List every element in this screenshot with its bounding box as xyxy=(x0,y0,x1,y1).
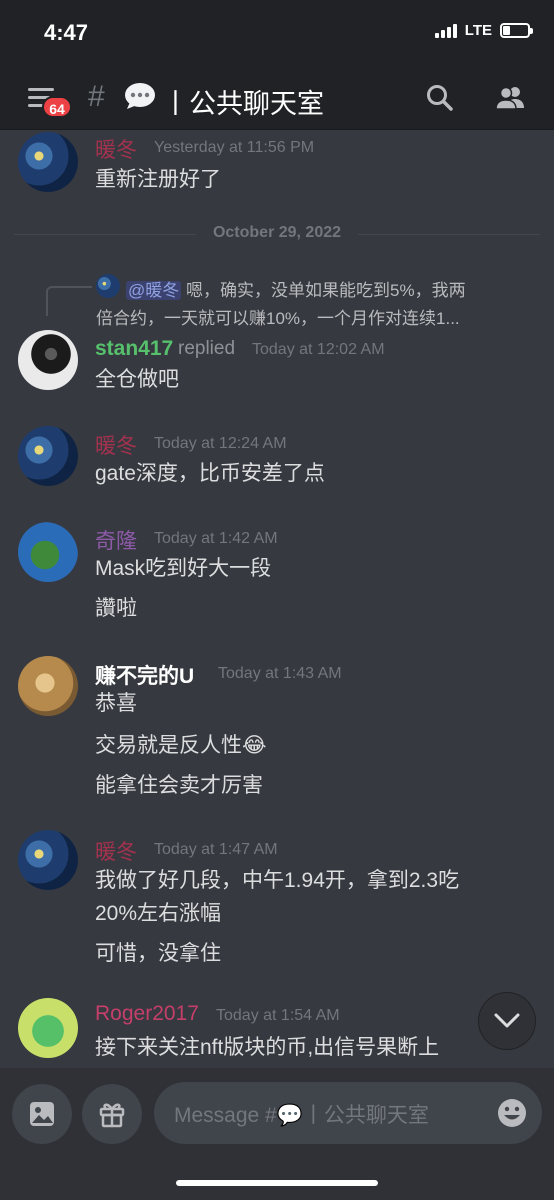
speech-bubble-icon xyxy=(125,83,155,109)
username[interactable]: 暖冬 xyxy=(95,430,137,460)
message-text: gate深度，比币安差了点 xyxy=(95,462,325,485)
signal-icon xyxy=(434,23,457,38)
jump-to-present-button[interactable] xyxy=(478,992,536,1050)
gift-icon xyxy=(99,1103,125,1128)
status-indicators: LTE xyxy=(434,22,533,39)
message-text: 20%左右涨幅 xyxy=(95,902,222,925)
attach-image-button[interactable] xyxy=(12,1084,72,1144)
message-text: Mask吃到好大一段 xyxy=(95,557,272,580)
avatar[interactable] xyxy=(18,330,78,390)
timestamp: Today at 1:42 AM xyxy=(154,530,278,547)
date-divider: October 29, 2022 xyxy=(212,224,342,241)
avatar[interactable] xyxy=(18,998,78,1058)
channel-title: 丨公共聊天室 xyxy=(162,89,324,119)
hash-icon: # xyxy=(88,80,105,113)
divider xyxy=(358,234,540,235)
message-text: 全仓做吧 xyxy=(95,368,179,391)
timestamp: Today at 1:47 AM xyxy=(154,841,278,858)
image-icon xyxy=(30,1102,54,1126)
battery-icon xyxy=(500,23,533,38)
username[interactable]: 暖冬 xyxy=(95,836,137,866)
emoji-icon[interactable] xyxy=(496,1097,528,1129)
unread-badge: 64 xyxy=(42,96,72,118)
reply-text: 嗯，确实，没单如果能吃到5%，我两 xyxy=(186,281,466,300)
message-text: 交易就是反人性😂 xyxy=(95,734,267,757)
avatar[interactable] xyxy=(18,830,78,890)
reply-connector xyxy=(46,286,92,316)
reply-mention[interactable]: @暖冬 xyxy=(126,281,182,300)
message-text: 恭喜 xyxy=(95,692,137,715)
reply-preview[interactable]: @暖冬 嗯，确实，没单如果能吃到5%，我两 xyxy=(126,276,466,301)
avatar[interactable] xyxy=(18,426,78,486)
avatar[interactable] xyxy=(18,656,78,716)
status-time: 4:47 xyxy=(44,20,89,45)
reply-avatar xyxy=(96,274,120,298)
timestamp: Yesterday at 11:56 PM xyxy=(154,139,315,156)
message-composer: Message #💬丨公共聊天室 xyxy=(0,1068,554,1200)
message-text: 接下来关注nft版块的币,出信号果断上 xyxy=(95,1036,440,1059)
network-label: LTE xyxy=(464,22,492,39)
timestamp: Today at 1:43 AM xyxy=(218,665,342,682)
username[interactable]: 赚不完的U xyxy=(95,660,194,690)
reply-preview-line2: 倍合约，一天就可以赚10%，一个月作对连续1... xyxy=(96,309,460,328)
username[interactable]: 暖冬 xyxy=(95,134,137,164)
replied-label: replied xyxy=(178,338,236,359)
chevron-down-icon xyxy=(494,1013,520,1028)
timestamp: Today at 12:02 AM xyxy=(252,341,385,358)
message-text: 讚啦 xyxy=(95,597,137,620)
channel-header: 64 # 丨公共聊天室 xyxy=(0,66,554,130)
message-input[interactable]: Message #💬丨公共聊天室 xyxy=(154,1082,542,1144)
username[interactable]: Roger2017 xyxy=(95,1002,199,1026)
avatar[interactable] xyxy=(18,132,78,192)
username[interactable]: 奇隆 xyxy=(95,525,137,555)
message-list[interactable]: 暖冬 Yesterday at 11:56 PM 重新注册好了 October … xyxy=(0,130,554,1068)
username[interactable]: stan417 xyxy=(95,337,173,361)
members-icon[interactable] xyxy=(494,82,526,114)
search-icon[interactable] xyxy=(424,82,456,114)
status-bar: 4:47 LTE xyxy=(0,0,554,66)
message-text: 我做了好几段，中午1.94开，拿到2.3吃 xyxy=(95,869,460,892)
gift-button[interactable] xyxy=(82,1084,142,1144)
timestamp: Today at 12:24 AM xyxy=(154,435,287,452)
home-indicator xyxy=(176,1180,378,1186)
avatar[interactable] xyxy=(18,522,78,582)
message-text: 能拿住会卖才厉害 xyxy=(95,774,263,797)
timestamp: Today at 1:54 AM xyxy=(216,1007,340,1024)
message-placeholder: Message #💬丨公共聊天室 xyxy=(174,1104,429,1127)
message-text: 重新注册好了 xyxy=(95,168,221,191)
message-text: 可惜，没拿住 xyxy=(95,942,221,965)
